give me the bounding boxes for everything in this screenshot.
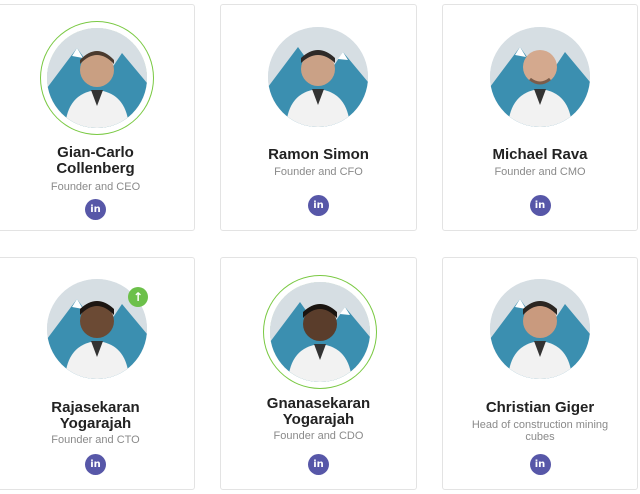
member-role: Founder and CEO: [50, 181, 141, 193]
avatar-ramon: [268, 27, 368, 127]
linkedin-icon[interactable]: in: [85, 454, 106, 475]
member-role: Founder and CTO: [51, 434, 140, 446]
team-card-gnanasekaran: Gnanasekaran Yogarajah Founder and CDO in: [220, 257, 417, 490]
avatar-christian: [490, 279, 590, 379]
avatar-michael: [490, 27, 590, 127]
member-name: Gian-Carlo Collenberg: [56, 144, 135, 177]
linkedin-icon[interactable]: in: [308, 195, 329, 216]
linkedin-icon[interactable]: in: [85, 199, 106, 220]
member-name: Christian Giger: [485, 399, 595, 416]
member-name: Gnanasekaran Yogarajah: [266, 395, 371, 428]
linkedin-icon[interactable]: in: [529, 195, 551, 216]
linkedin-icon[interactable]: in: [308, 454, 329, 475]
team-card-michael: Michael Rava Founder and CMO in: [442, 4, 638, 231]
arrow-up-icon[interactable]: ↑: [128, 287, 148, 307]
member-role: Founder and CDO: [273, 430, 364, 442]
team-card-ramon: Ramon Simon Founder and CFO in: [220, 4, 417, 231]
member-role: Founder and CMO: [494, 166, 586, 178]
member-name: Michael Rava: [492, 146, 588, 163]
team-card-rajasekaran: ↑ Rajasekaran Yogarajah Founder and CTO i…: [0, 257, 195, 490]
member-name: Ramon Simon: [268, 146, 369, 163]
member-name: Rajasekaran Yogarajah: [51, 399, 140, 432]
team-card-gian-carlo: Gian-Carlo Collenberg Founder and CEO in: [0, 4, 195, 231]
member-role: Head of construction mining cubes: [471, 419, 609, 443]
linkedin-icon[interactable]: in: [529, 454, 551, 475]
team-card-christian: Christian Giger Head of construction min…: [442, 257, 638, 490]
member-role: Founder and CFO: [274, 166, 363, 178]
avatar-gian-carlo: [47, 28, 147, 128]
avatar-gnanasekaran: [270, 282, 370, 382]
